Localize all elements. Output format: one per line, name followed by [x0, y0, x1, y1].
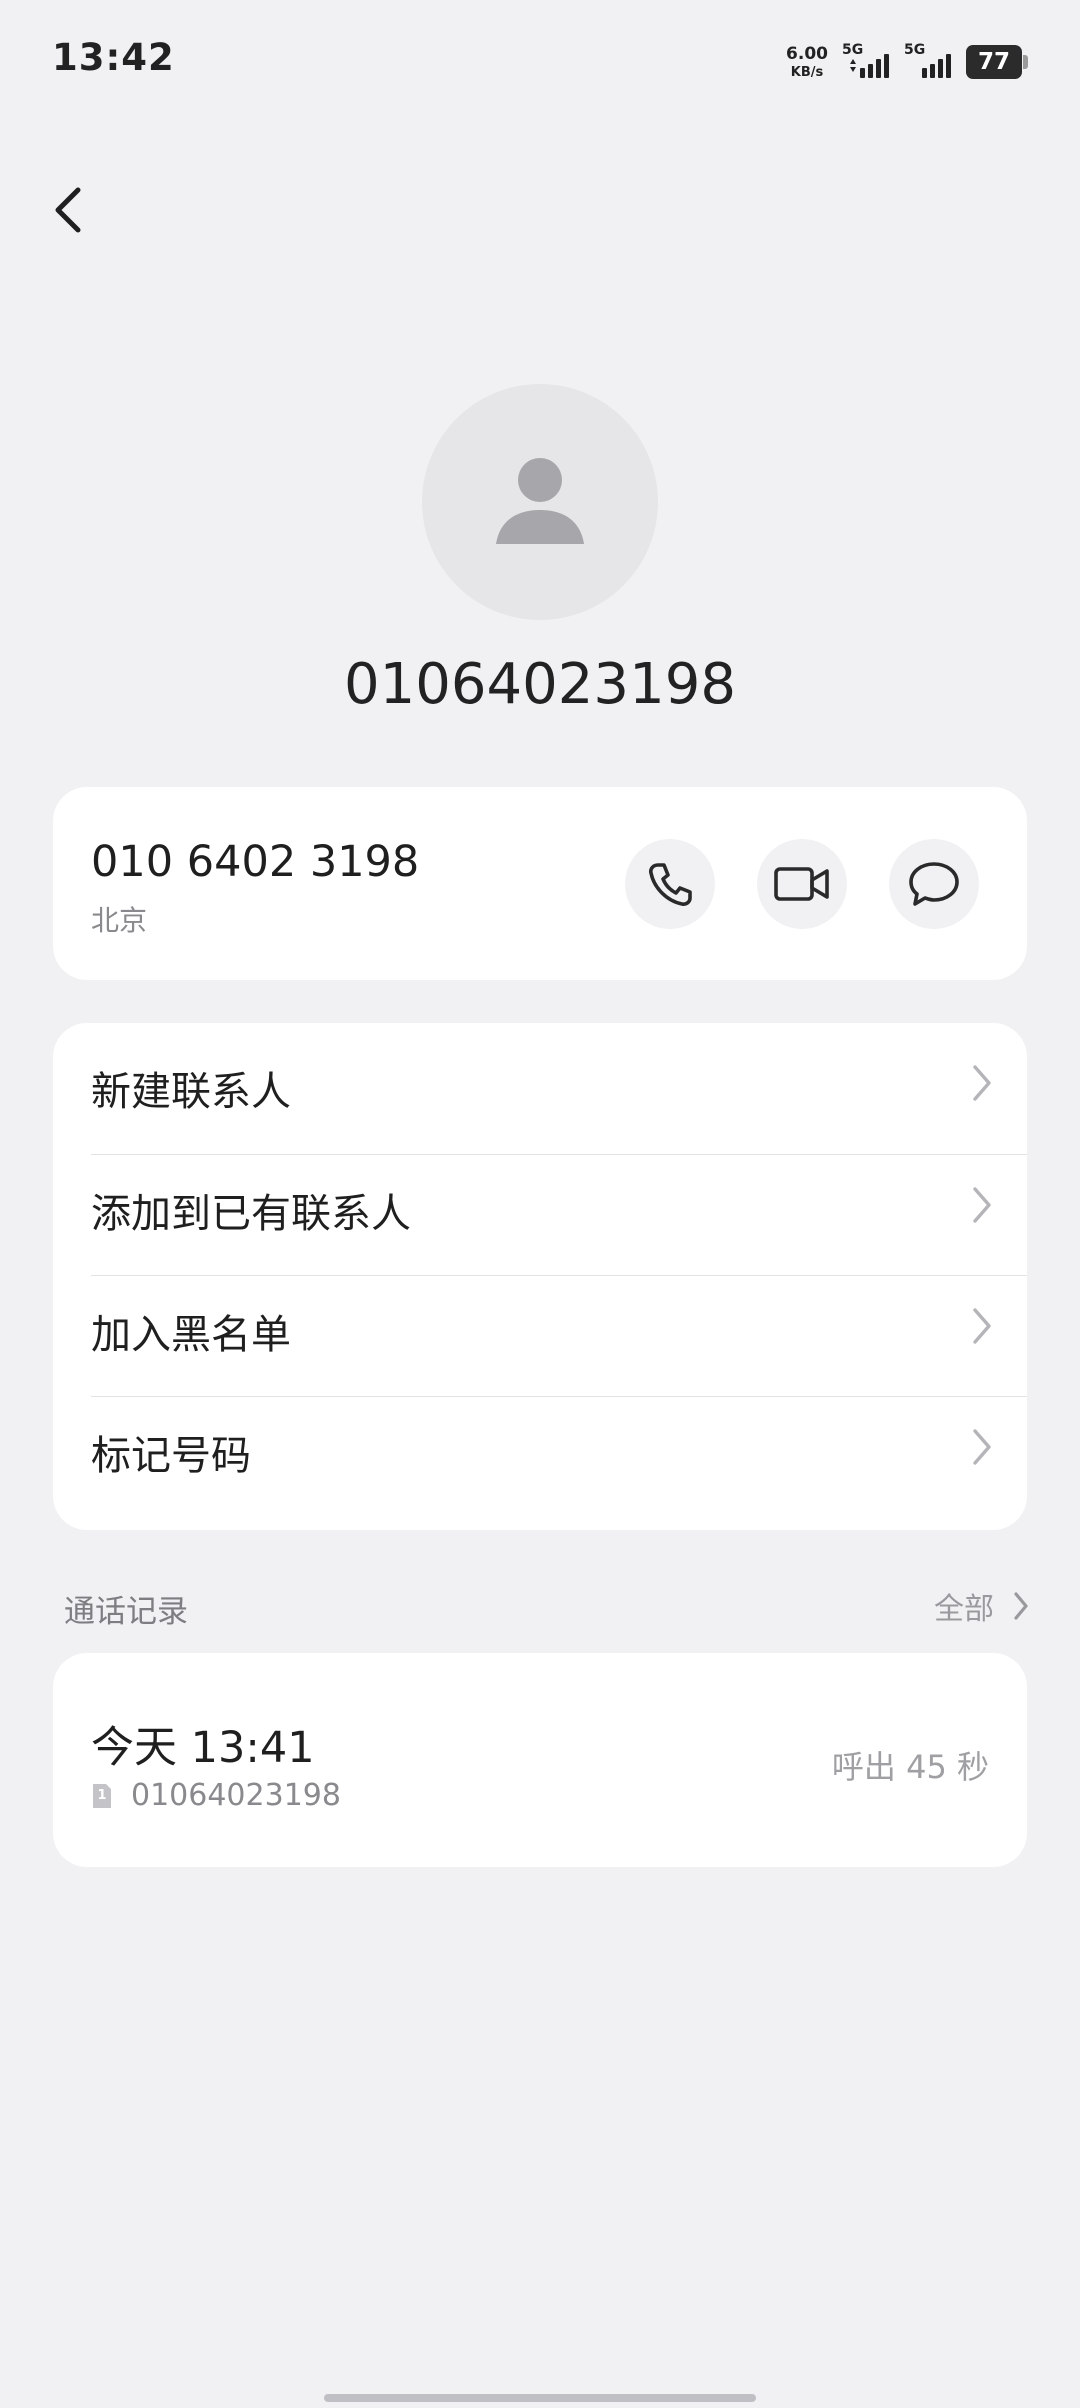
add-to-existing-contact-item[interactable]: 添加到已有联系人 — [53, 1145, 1027, 1266]
avatar — [422, 384, 658, 620]
signal-icon: 5G — [842, 42, 892, 82]
video-camera-icon — [774, 867, 829, 901]
network-speed: 6.00 KB/s — [786, 43, 828, 80]
chevron-right-icon — [973, 1429, 991, 1465]
menu-item-label: 加入黑名单 — [91, 1312, 291, 1358]
call-log-time: 今天 13:41 — [91, 1723, 315, 1773]
video-call-button[interactable] — [757, 839, 847, 929]
chevron-right-icon — [1014, 1592, 1028, 1620]
sim-slot-number: 1 — [97, 1787, 107, 1803]
view-all-button[interactable]: 全部 — [934, 1584, 1030, 1628]
menu-item-label: 添加到已有联系人 — [91, 1191, 411, 1237]
status-bar: 13:42 6.00 KB/s 5G 5G 77 — [0, 0, 1080, 120]
chevron-right-icon — [973, 1308, 991, 1344]
contact-actions-menu: 新建联系人 添加到已有联系人 加入黑名单 标记号码 — [53, 1023, 1027, 1530]
chevron-right-icon — [973, 1187, 991, 1223]
chevron-left-icon — [55, 187, 81, 233]
call-log-subline: 1 01064023198 — [91, 1778, 341, 1813]
menu-item-label: 新建联系人 — [91, 1069, 291, 1115]
status-icons: 6.00 KB/s 5G 5G 77 — [786, 40, 1028, 84]
chevron-right-icon — [973, 1065, 991, 1101]
call-log-header: 通话记录 全部 — [0, 1580, 1080, 1630]
call-log-detail: 呼出 45 秒 — [831, 1748, 989, 1786]
phone-number-card: 010 6402 3198 北京 — [53, 787, 1027, 980]
network-speed-unit: KB/s — [790, 64, 824, 80]
status-time: 13:42 — [52, 36, 175, 79]
home-indicator[interactable] — [324, 2394, 756, 2402]
menu-item-label: 标记号码 — [91, 1433, 251, 1479]
back-button[interactable] — [50, 170, 130, 250]
battery-icon: 77 — [966, 45, 1022, 79]
add-to-blacklist-item[interactable]: 加入黑名单 — [53, 1266, 1027, 1387]
call-log-title: 通话记录 — [64, 1594, 188, 1630]
battery-tip — [1023, 55, 1028, 69]
phone-location: 北京 — [91, 904, 148, 937]
view-all-label: 全部 — [934, 1592, 994, 1627]
message-button[interactable] — [889, 839, 979, 929]
chat-bubble-icon — [909, 862, 959, 906]
call-button[interactable] — [625, 839, 715, 929]
new-contact-item[interactable]: 新建联系人 — [53, 1023, 1027, 1144]
call-log-number: 01064023198 — [131, 1778, 341, 1813]
signal-icon: 5G — [904, 42, 954, 82]
person-icon — [496, 458, 584, 544]
network-speed-value: 6.00 — [786, 43, 828, 64]
battery-level: 77 — [977, 49, 1010, 75]
phone-number[interactable]: 010 6402 3198 — [91, 837, 419, 887]
mark-number-item[interactable]: 标记号码 — [53, 1387, 1027, 1508]
phone-icon — [649, 863, 692, 906]
page-title: 01064023198 — [344, 652, 736, 717]
sim-card-icon: 1 — [91, 1782, 113, 1810]
call-log-entry[interactable]: 今天 13:41 1 01064023198 呼出 45 秒 — [53, 1653, 1027, 1867]
